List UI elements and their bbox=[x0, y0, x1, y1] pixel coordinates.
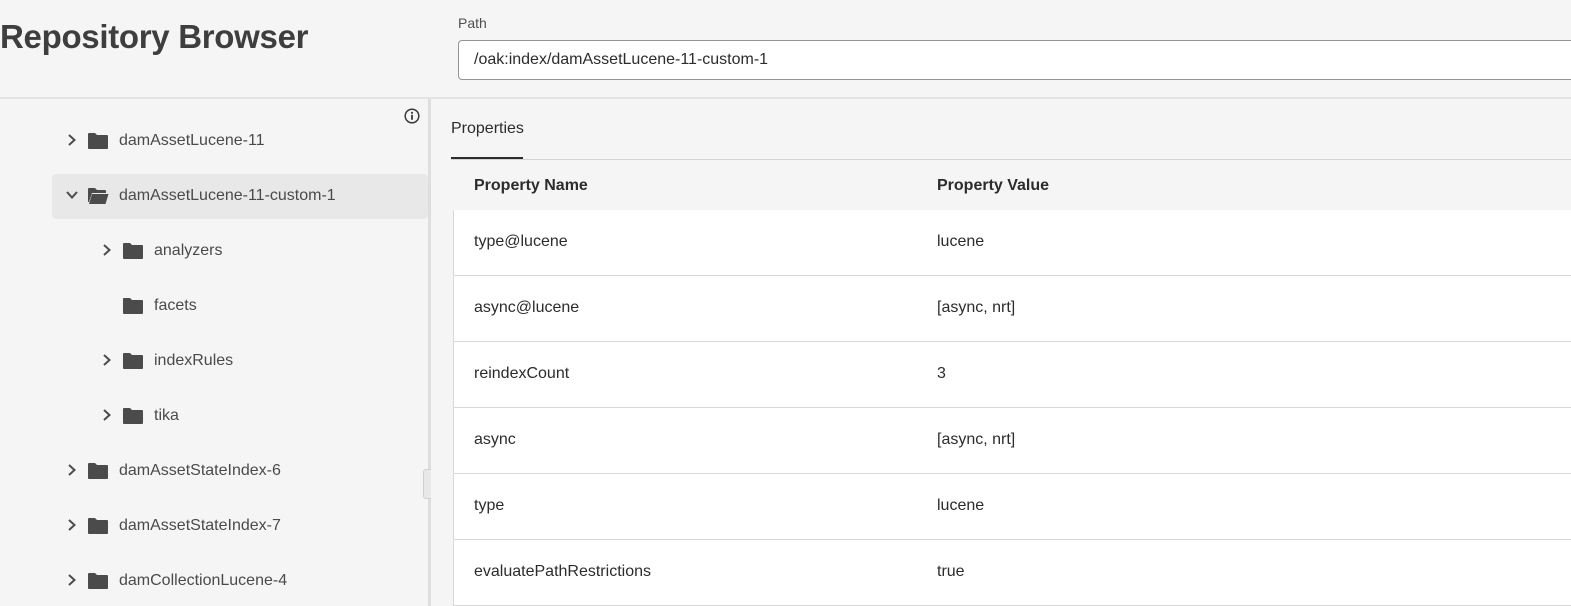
tree-item-damassetstateindex-7[interactable]: damAssetStateIndex-7 bbox=[52, 504, 428, 549]
table-row[interactable]: async [async, nrt] bbox=[454, 408, 1571, 474]
property-name-cell: type@lucene bbox=[474, 233, 568, 250]
column-header-property-name[interactable]: Property Name bbox=[474, 177, 588, 195]
chevron-right-icon[interactable] bbox=[65, 133, 79, 147]
tree-item-analyzers[interactable]: analyzers bbox=[87, 229, 428, 274]
tree-item-facets[interactable]: facets bbox=[87, 284, 428, 329]
page-title: Repository Browser bbox=[0, 18, 309, 55]
tree-item-label: damAssetLucene-11-custom-1 bbox=[119, 187, 336, 204]
folder-icon bbox=[88, 463, 108, 479]
property-value-cell: 3 bbox=[937, 365, 946, 382]
column-header-property-value[interactable]: Property Value bbox=[937, 177, 1049, 195]
tree-item-damassetlucene-11-custom-1[interactable]: damAssetLucene-11-custom-1 bbox=[52, 174, 428, 219]
property-name-cell: async bbox=[474, 431, 516, 448]
tree-pane: damAssetLucene-11 damAssetLucene-11-cust… bbox=[0, 99, 428, 606]
chevron-right-icon[interactable] bbox=[65, 518, 79, 532]
table-row[interactable]: reindexCount 3 bbox=[454, 342, 1571, 408]
tree-item-label: damCollectionLucene-4 bbox=[119, 572, 288, 589]
path-label: Path bbox=[458, 15, 487, 31]
tree-item-tika[interactable]: tika bbox=[87, 394, 428, 439]
tabs-divider bbox=[451, 159, 1571, 160]
properties-table-body: type@lucene lucene async@lucene [async, … bbox=[453, 210, 1571, 606]
folder-icon bbox=[88, 573, 108, 589]
header: Repository Browser Path bbox=[0, 0, 1571, 99]
tree-item-label: damAssetStateIndex-7 bbox=[119, 517, 281, 534]
folder-icon bbox=[88, 133, 108, 149]
folder-open-icon bbox=[88, 188, 109, 204]
tab-properties[interactable]: Properties bbox=[451, 120, 524, 138]
property-value-cell: true bbox=[937, 563, 965, 580]
folder-icon bbox=[123, 353, 143, 369]
table-row[interactable]: type@lucene lucene bbox=[454, 210, 1571, 276]
tree-item-label: damAssetLucene-11 bbox=[119, 132, 265, 149]
tree-item-label: tika bbox=[154, 407, 179, 424]
tree-item-damassetstateindex-6[interactable]: damAssetStateIndex-6 bbox=[52, 449, 428, 494]
tree-item-label: analyzers bbox=[154, 242, 223, 259]
tree-item-label: facets bbox=[154, 297, 197, 314]
info-icon[interactable] bbox=[404, 108, 420, 124]
folder-icon bbox=[88, 518, 108, 534]
tree-item-damcollectionlucene-4[interactable]: damCollectionLucene-4 bbox=[52, 559, 428, 604]
chevron-right-icon[interactable] bbox=[65, 573, 79, 587]
tree-item-label: damAssetStateIndex-6 bbox=[119, 462, 281, 479]
chevron-down-icon[interactable] bbox=[65, 188, 79, 202]
table-row[interactable]: type lucene bbox=[454, 474, 1571, 540]
property-name-cell: type bbox=[474, 497, 505, 514]
folder-icon bbox=[123, 243, 143, 259]
folder-icon bbox=[123, 408, 143, 424]
property-value-cell: lucene bbox=[937, 233, 985, 250]
properties-table-header: Property Name Property Value bbox=[453, 161, 1571, 210]
table-row[interactable]: async@lucene [async, nrt] bbox=[454, 276, 1571, 342]
table-row[interactable]: evaluatePathRestrictions true bbox=[454, 540, 1571, 606]
property-name-cell: reindexCount bbox=[474, 365, 570, 382]
property-name-cell: evaluatePathRestrictions bbox=[474, 563, 651, 580]
path-input[interactable] bbox=[458, 40, 1571, 80]
chevron-right-icon[interactable] bbox=[100, 353, 114, 367]
property-value-cell: lucene bbox=[937, 497, 985, 514]
chevron-right-icon[interactable] bbox=[65, 463, 79, 477]
chevron-right-icon[interactable] bbox=[100, 408, 114, 422]
properties-pane: Properties Property Name Property Value … bbox=[431, 99, 1571, 606]
tree-item-indexrules[interactable]: indexRules bbox=[87, 339, 428, 384]
chevron-right-icon[interactable] bbox=[100, 243, 114, 257]
property-value-cell: [async, nrt] bbox=[937, 299, 1016, 316]
tree-item-label: indexRules bbox=[154, 352, 234, 369]
property-name-cell: async@lucene bbox=[474, 299, 580, 316]
property-value-cell: [async, nrt] bbox=[937, 431, 1016, 448]
folder-icon bbox=[123, 298, 143, 314]
tree-item-damassetlucene-11[interactable]: damAssetLucene-11 bbox=[52, 119, 428, 164]
repository-browser-app: Repository Browser Path damAssetLucene-1… bbox=[0, 0, 1571, 606]
